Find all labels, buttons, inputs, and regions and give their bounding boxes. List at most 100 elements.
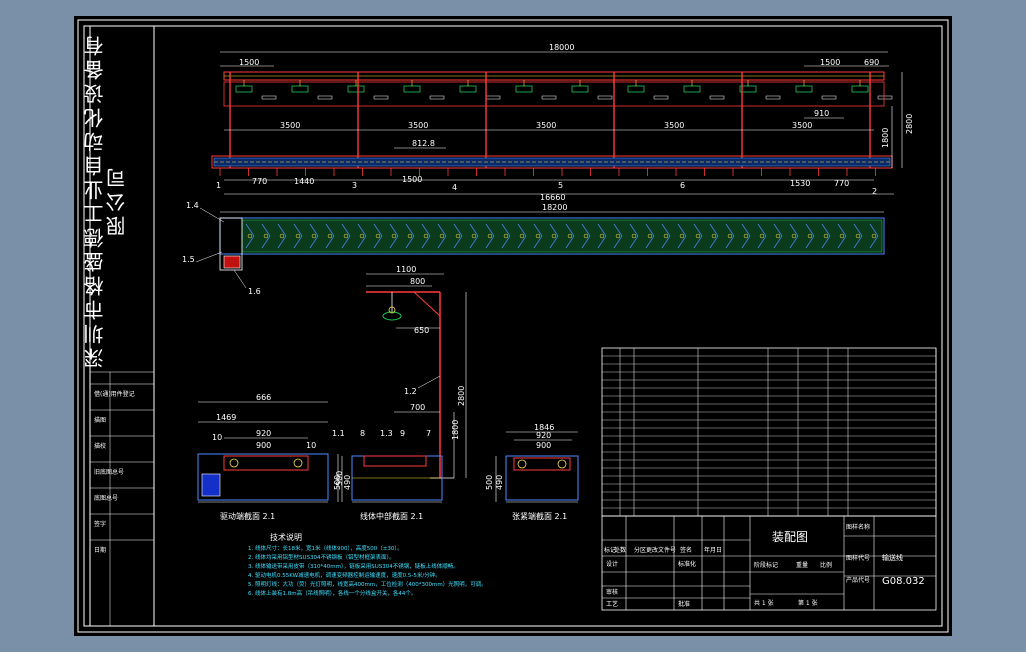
middle-height-490: 490 [343, 475, 352, 490]
lamp-slot [877, 95, 893, 100]
right-label-name: 图样名称 [846, 523, 870, 531]
span-dimensions: 3500 3500 3500 3500 3500 [280, 121, 812, 130]
plan-label-1-4: 1.4 [186, 201, 199, 210]
lamp-slot [485, 95, 501, 100]
mid-dim: 812.8 [412, 139, 435, 148]
part-label-2: 2 [872, 187, 877, 196]
notes-line-5: 5. 照明灯线：大功（荧）光灯照明，线宽高400mm，工位检测（400*300m… [248, 580, 487, 588]
drive-dim-666: 666 [256, 393, 271, 402]
section-middle: 500 490 1.1 8 1.3 9 7 线体中部截面 2.1 [332, 429, 443, 521]
middle-label-1-3: 1.3 [380, 429, 393, 438]
part-label-3: 3 [352, 181, 357, 190]
lamp-slot [373, 95, 389, 100]
conveyor-legs [219, 168, 876, 176]
lamp-slot [317, 95, 333, 100]
part-label-1: 1 [216, 181, 221, 190]
bom-table [601, 347, 937, 517]
tension-dim-900: 900 [536, 441, 551, 450]
boom-label-1-2: 1.2 [404, 387, 417, 396]
span-dim-5: 3500 [792, 121, 812, 130]
right-segment-dim: 1500 [820, 58, 840, 67]
header-cell-4: 更改文件号 [646, 546, 676, 554]
role-standard: 标准化 [678, 560, 696, 568]
left-table-label: 描校 [94, 442, 106, 450]
header-cell-5: 签名 [680, 546, 692, 554]
part-label-6: 6 [680, 181, 685, 190]
weight-label: 重量 [796, 561, 808, 569]
bottom-dim-4: 1530 [790, 179, 810, 188]
notes-line-4: 4. 驱动电机0.55KW减速电机，调速变频器控制运输速度，速度0.5-5米/分… [248, 571, 441, 579]
role-approve: 批准 [678, 600, 690, 608]
support-posts [229, 72, 871, 168]
header-cell-6: 年月日 [704, 546, 722, 554]
height-lower-dim: 1800 [881, 128, 890, 148]
drive-label-10a: 10 [212, 433, 222, 442]
left-table-label: 底图总号 [94, 494, 118, 502]
boom-arm-dim: 650 [414, 326, 429, 335]
cad-drawing: 借(通)用件登记描图描校旧底图总号底图总号签字日期 18000 1500 150… [77, 19, 949, 633]
left-table-label: 签字 [94, 520, 106, 528]
name-value: 输送线 [882, 553, 903, 562]
plan-label-1-6: 1.6 [248, 287, 261, 296]
middle-label-7: 7 [426, 429, 431, 438]
drive-dim-1469: 1469 [216, 413, 236, 422]
technical-notes: 技术说明 1. 线体尺寸：长18米，宽1米（线体900），高度500（±30）。… [248, 532, 487, 597]
drawing-title: 装配图 [772, 530, 808, 544]
boom-width-outer: 1100 [396, 265, 416, 274]
tension-height-490: 490 [495, 475, 504, 490]
tension-height-500: 500 [485, 475, 494, 490]
span-dim-3: 3500 [536, 121, 556, 130]
plan-view: 18200 1.4 1.5 1.6 [182, 201, 885, 296]
right-end-dim: 690 [864, 58, 879, 67]
role-review: 审核 [606, 588, 618, 596]
inner-span-dim: 910 [814, 109, 829, 118]
lamp-icon [571, 85, 589, 93]
lamp-icon [459, 85, 477, 93]
left-table-label: 借(通)用件登记 [94, 390, 135, 398]
part-label-4: 4 [452, 183, 457, 192]
lamp-slot [429, 95, 445, 100]
middle-label-9: 9 [400, 429, 405, 438]
lamp-slot [653, 95, 669, 100]
boom-height-total: 2800 [457, 386, 466, 406]
plan-length-dim: 18200 [542, 203, 567, 212]
drive-caption: 驱动端截面 2.1 [220, 511, 275, 521]
span-dim-1: 3500 [280, 121, 300, 130]
bottom-dim-5: 770 [834, 179, 849, 188]
lamp-slot [821, 95, 837, 100]
left-table-label: 日期 [94, 546, 106, 554]
drawing-number: G08.032 [882, 576, 925, 587]
lamp-slot [765, 95, 781, 100]
boom-base-dim: 700 [410, 403, 425, 412]
lamp-icon [291, 85, 309, 93]
part-label-5: 5 [558, 181, 563, 190]
lamp-icon [683, 85, 701, 93]
notes-line-6: 6. 线体上装有1.8m高（吊线照明），各线一个分线盒开关，各44个。 [248, 589, 416, 597]
left-table-label: 描图 [94, 416, 106, 424]
span-dim-4: 3500 [664, 121, 684, 130]
boom-width-inner: 800 [410, 277, 425, 286]
section-tension-end: 1846 920 900 500 490 张紧端截面 2.1 [485, 423, 579, 521]
middle-label-1-1: 1.1 [332, 429, 345, 438]
section-drive-end: 666 1469 920 900 500 10 10 驱动端截面 2.1 [197, 393, 344, 521]
tension-caption: 张紧端截面 2.1 [512, 511, 567, 521]
span-dim-2: 3500 [408, 121, 428, 130]
drawing-sheet: 深圳市格盛德工业自动化设备有限公司 借(通)用件登记 描图 描校 旧底图总号 底图总号签… [74, 16, 952, 636]
middle-caption: 线体中部截面 2.1 [360, 511, 423, 521]
left-segment-dim: 1500 [239, 58, 259, 67]
middle-label-8: 8 [360, 429, 365, 438]
light-row [235, 80, 893, 100]
middle-height-500: 500 [333, 475, 342, 490]
lamp-icon [851, 85, 869, 93]
lamp-icon [515, 85, 533, 93]
drive-label-10b: 10 [306, 441, 316, 450]
notes-line-1: 1. 线体尺寸：长18米，宽1米（线体900），高度500（±30）。 [248, 544, 403, 552]
lamp-slot [597, 95, 613, 100]
role-process: 工艺 [606, 600, 618, 608]
role-design: 设计 [606, 560, 618, 568]
height-total-dim: 2800 [905, 114, 914, 134]
tension-dim-920: 920 [536, 431, 551, 440]
plan-label-1-5: 1.5 [182, 255, 195, 264]
boom-height-lower: 1800 [451, 420, 460, 440]
lamp-slot [261, 95, 277, 100]
